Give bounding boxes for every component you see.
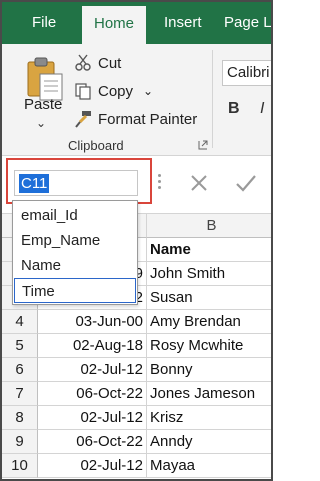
paste-label[interactable]: Paste [24, 96, 62, 113]
name-box[interactable]: C11 [14, 170, 138, 196]
dialog-launcher-icon[interactable] [198, 140, 208, 150]
tab-insert[interactable]: Insert [152, 2, 214, 44]
ribbon-tab-bar: File Home Insert Page L [2, 2, 271, 44]
copy-icon [75, 83, 91, 100]
cell-column-b[interactable]: Mayaa [147, 454, 271, 478]
cell-column-a[interactable]: 02-Jul-12 [38, 454, 147, 478]
bold-button[interactable]: B [228, 100, 240, 118]
formula-bar-grip-icon[interactable] [158, 174, 162, 192]
cell-column-b[interactable]: Anndy [147, 430, 271, 454]
cell-column-a[interactable]: 02-Jul-12 [38, 358, 147, 382]
row-header[interactable]: 4 [2, 310, 38, 334]
name-box-value[interactable]: C11 [19, 174, 50, 193]
ribbon-group-divider [212, 50, 213, 148]
paste-dropdown-chevron-icon[interactable]: ⌄ [36, 116, 46, 130]
cell-column-b[interactable]: Susan [147, 286, 271, 310]
enter-check-icon[interactable] [234, 172, 258, 194]
cancel-icon[interactable] [188, 172, 210, 194]
cell-column-a[interactable]: 02-Aug-18 [38, 334, 147, 358]
dropdown-item-time[interactable]: Time [14, 278, 136, 303]
format-painter-label: Format Painter [98, 110, 198, 128]
cell-column-a[interactable]: 02-Jul-12 [38, 406, 147, 430]
cell-column-b[interactable]: Name [147, 238, 271, 262]
row-header[interactable]: 8 [2, 406, 38, 430]
dropdown-item-name[interactable]: Name [14, 253, 136, 278]
copy-button[interactable]: Copy ⌄ [74, 80, 153, 102]
cut-button[interactable]: Cut [74, 52, 121, 74]
cell-column-b[interactable]: Bonny [147, 358, 271, 382]
copy-dropdown-chevron-icon[interactable]: ⌄ [143, 84, 153, 98]
font-name-select[interactable]: Calibri [222, 60, 271, 86]
cell-column-b[interactable]: Krisz [147, 406, 271, 430]
row-header[interactable]: 6 [2, 358, 38, 382]
cell-column-a[interactable]: 06-Oct-22 [38, 430, 147, 454]
cell-column-b[interactable]: Jones Jameson [147, 382, 271, 406]
cell-column-a[interactable]: 03-Jun-00 [38, 310, 147, 334]
cell-column-b[interactable]: Rosy Mcwhite [147, 334, 271, 358]
tab-page-layout[interactable]: Page L [212, 2, 271, 44]
column-header-b[interactable]: B [147, 214, 271, 238]
cell-column-b[interactable]: John Smith [147, 262, 271, 286]
format-painter-icon [75, 111, 91, 128]
scissors-icon [75, 54, 91, 71]
cell-column-b[interactable]: Amy Brendan [147, 310, 271, 334]
dropdown-item-email-id[interactable]: email_Id [14, 203, 136, 228]
row-header[interactable]: 5 [2, 334, 38, 358]
excel-window: File Home Insert Page L Paste ⌄ Cut Copy… [0, 0, 273, 481]
clipboard-group-label: Clipboard [68, 138, 124, 153]
row-header[interactable]: 9 [2, 430, 38, 454]
cell-column-a[interactable]: 06-Oct-22 [38, 382, 147, 406]
ribbon-home: Paste ⌄ Cut Copy ⌄ Format Painter Clipbo… [2, 44, 271, 156]
row-header[interactable]: 7 [2, 382, 38, 406]
cut-label: Cut [98, 54, 122, 72]
dropdown-item-emp-name[interactable]: Emp_Name [14, 228, 136, 253]
format-painter-button[interactable]: Format Painter [74, 108, 197, 130]
copy-label: Copy [98, 82, 134, 100]
row-header[interactable]: 10 [2, 454, 38, 478]
italic-button[interactable]: I [260, 100, 264, 118]
tab-home[interactable]: Home [82, 6, 147, 44]
name-box-dropdown: email_Id Emp_Name Name Time [12, 200, 138, 305]
tab-file[interactable]: File [20, 2, 68, 44]
